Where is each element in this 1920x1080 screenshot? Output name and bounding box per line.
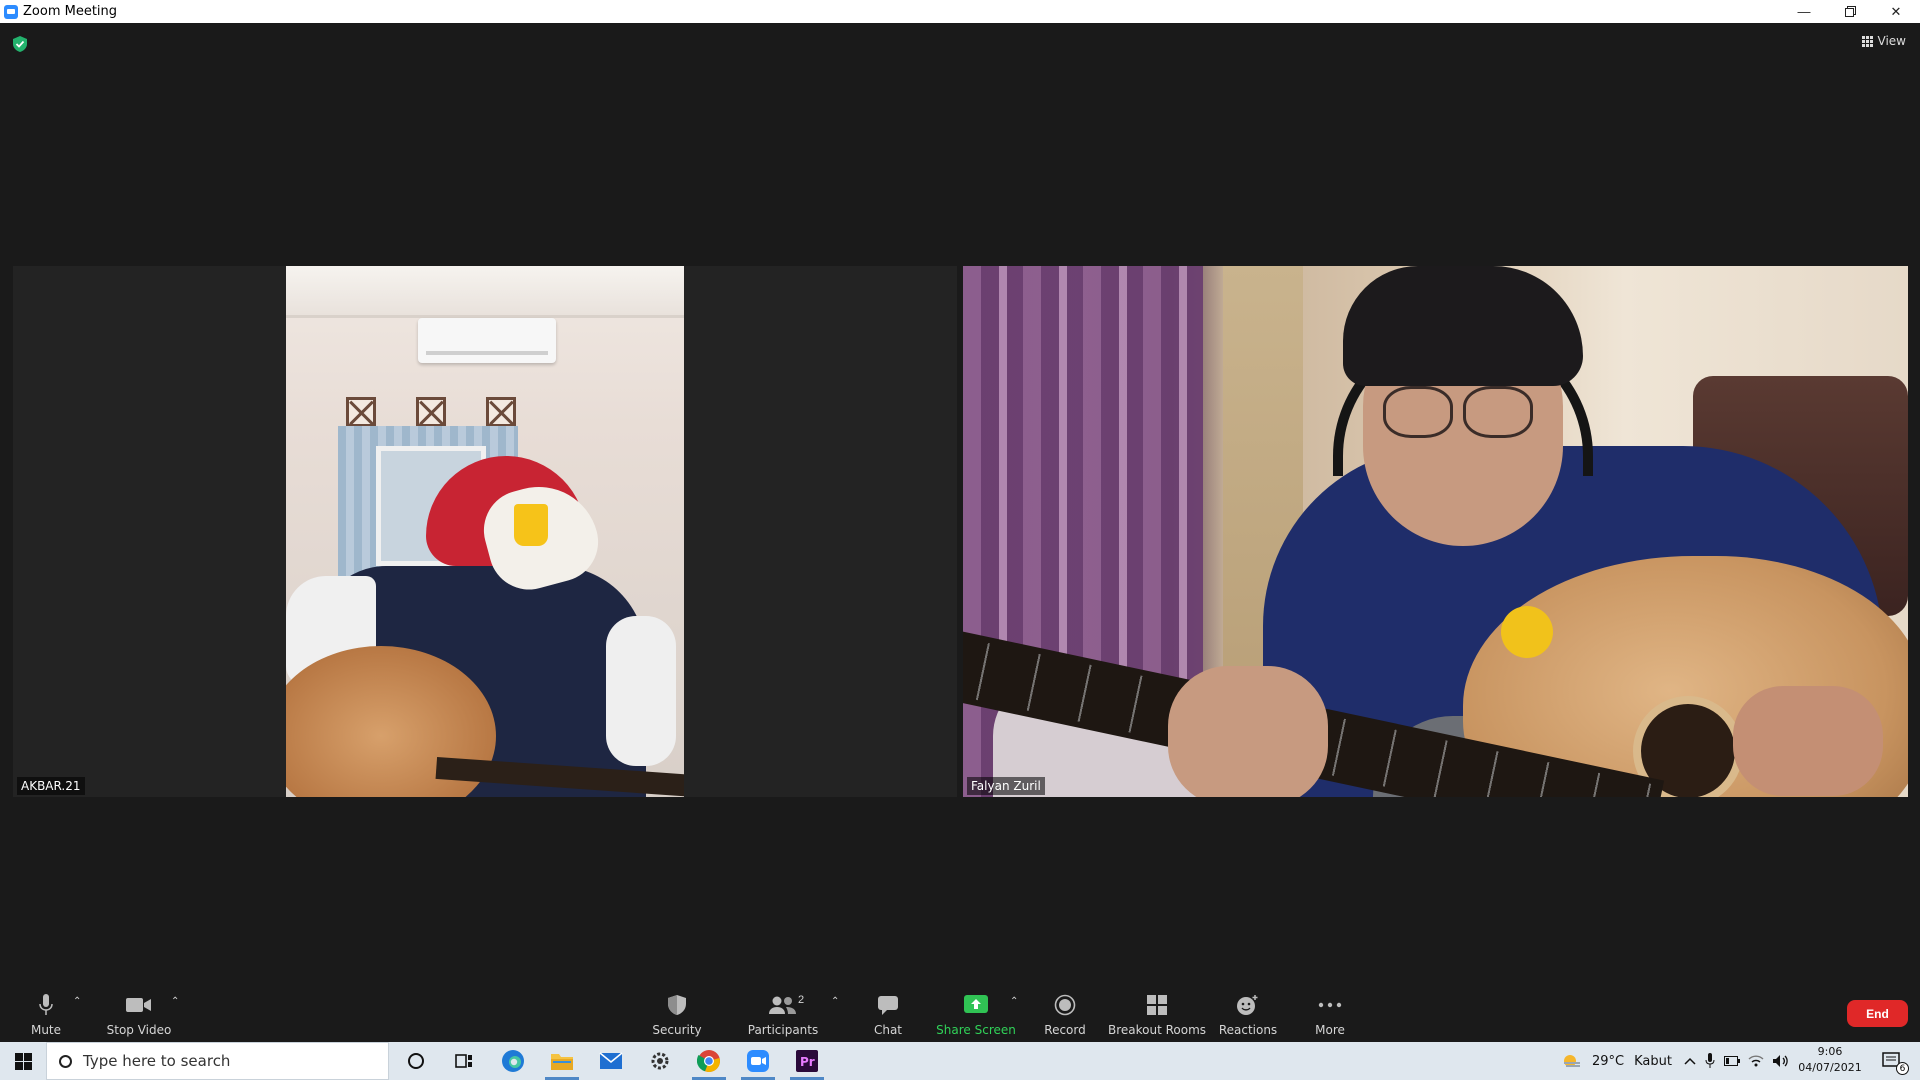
- chevron-up-icon[interactable]: [1684, 1057, 1696, 1065]
- taskbar-search-box[interactable]: Type here to search: [46, 1042, 389, 1080]
- chat-label: Chat: [873, 1023, 903, 1037]
- share-options-caret-icon[interactable]: ⌃: [1010, 996, 1018, 1007]
- mute-label: Mute: [30, 1023, 62, 1037]
- video-tile-falyan[interactable]: Falyan Zuril: [963, 266, 1908, 797]
- encryption-shield-icon[interactable]: [13, 36, 27, 52]
- microphone-icon: [39, 993, 53, 1017]
- cortana-button[interactable]: [393, 1042, 439, 1080]
- breakout-rooms-button[interactable]: Breakout Rooms: [1108, 986, 1206, 1042]
- chat-bubble-icon: [877, 993, 899, 1017]
- microphone-tray-icon[interactable]: [1705, 1053, 1715, 1069]
- zoom-app-icon: [4, 4, 18, 19]
- meeting-area: View AKBAR.21 Falyan Zuril: [0, 23, 1920, 986]
- stop-video-button[interactable]: Stop Video: [104, 986, 174, 1042]
- video-tile-akbar[interactable]: AKBAR.21: [13, 266, 957, 797]
- weather-widget[interactable]: 29°C Kabut: [1562, 1042, 1672, 1080]
- participants-label: Participants: [747, 1023, 819, 1037]
- stop-video-label: Stop Video: [106, 1023, 172, 1037]
- participants-count-badge: 2: [798, 994, 805, 1006]
- participants-options-caret-icon[interactable]: ⌃: [831, 996, 839, 1007]
- search-icon: [59, 1054, 72, 1068]
- video-camera-icon: [126, 993, 152, 1017]
- premiere-pro-icon: Pr: [796, 1050, 818, 1072]
- weather-temperature: 29°C: [1592, 1053, 1625, 1069]
- chat-button[interactable]: Chat: [868, 986, 908, 1042]
- taskbar-app-zoom[interactable]: [735, 1042, 781, 1080]
- taskbar-app-mail[interactable]: [588, 1042, 634, 1080]
- task-view-icon: [455, 1054, 472, 1068]
- security-button[interactable]: Security: [645, 986, 709, 1042]
- gear-icon: [651, 1052, 669, 1070]
- reactions-button[interactable]: Reactions: [1218, 986, 1278, 1042]
- end-meeting-button[interactable]: End: [1847, 1000, 1908, 1027]
- svg-text:Pr: Pr: [800, 1055, 815, 1069]
- shield-icon: [667, 993, 687, 1017]
- weather-hazy-sun-icon: [1564, 1055, 1580, 1067]
- participant-name-label: AKBAR.21: [17, 777, 85, 795]
- audio-options-caret-icon[interactable]: ⌃: [73, 996, 81, 1007]
- task-view-button[interactable]: [441, 1042, 487, 1080]
- clock-time: 9:06: [1817, 1045, 1843, 1058]
- record-label: Record: [1044, 1023, 1086, 1037]
- participants-icon: [768, 993, 798, 1017]
- notification-count-badge: 6: [1896, 1062, 1909, 1075]
- folder-icon: [551, 1054, 573, 1070]
- action-center-button[interactable]: 6: [1872, 1042, 1912, 1080]
- restore-button[interactable]: [1827, 0, 1873, 23]
- wifi-icon[interactable]: [1748, 1054, 1764, 1068]
- start-button[interactable]: [0, 1042, 46, 1080]
- view-label: View: [1877, 34, 1906, 48]
- mail-icon: [599, 1052, 623, 1069]
- video-feed-falyan: [963, 266, 1908, 797]
- more-label: More: [1315, 1023, 1345, 1037]
- share-screen-button[interactable]: Share Screen: [936, 986, 1016, 1042]
- breakout-rooms-grid-icon: [1146, 993, 1168, 1017]
- battery-icon[interactable]: [1724, 1056, 1740, 1066]
- system-tray: [1682, 1042, 1790, 1080]
- participant-name-label: Falyan Zuril: [967, 777, 1045, 795]
- record-icon: [1054, 993, 1076, 1017]
- view-button[interactable]: View: [1861, 34, 1906, 48]
- security-label: Security: [652, 1023, 702, 1037]
- volume-icon[interactable]: [1772, 1054, 1790, 1068]
- clock-date: 04/07/2021: [1798, 1061, 1862, 1074]
- video-options-caret-icon[interactable]: ⌃: [171, 996, 179, 1007]
- grid-view-icon: [1861, 35, 1873, 47]
- participants-button[interactable]: Participants: [745, 986, 821, 1042]
- taskbar-app-file-explorer[interactable]: [539, 1042, 585, 1080]
- taskbar-app-edge[interactable]: [490, 1042, 536, 1080]
- taskbar-app-chrome[interactable]: [686, 1042, 732, 1080]
- breakout-rooms-label: Breakout Rooms: [1107, 1023, 1207, 1037]
- more-button[interactable]: More: [1310, 986, 1350, 1042]
- taskbar-clock[interactable]: 9:06 04/07/2021: [1796, 1044, 1864, 1076]
- smiley-icon: [1236, 993, 1260, 1017]
- record-button[interactable]: Record: [1044, 986, 1086, 1042]
- search-placeholder: Type here to search: [83, 1052, 231, 1070]
- title-bar: Zoom Meeting — ✕: [0, 0, 1920, 23]
- share-screen-arrow-icon: [964, 993, 988, 1017]
- share-screen-label: Share Screen: [936, 1023, 1016, 1037]
- zoom-icon: [747, 1050, 769, 1072]
- close-button[interactable]: ✕: [1873, 0, 1919, 23]
- window-title: Zoom Meeting: [23, 4, 118, 19]
- chrome-browser-icon: [697, 1050, 720, 1073]
- taskbar-app-settings[interactable]: [637, 1042, 683, 1080]
- meeting-toolbar: Mute ⌃ Stop Video ⌃ Security Participant…: [0, 986, 1920, 1042]
- minimize-button[interactable]: —: [1781, 0, 1827, 23]
- windows-logo-icon: [14, 1052, 32, 1070]
- ellipsis-icon: [1318, 993, 1342, 1017]
- taskbar-app-premiere[interactable]: Pr: [784, 1042, 830, 1080]
- reactions-label: Reactions: [1218, 1023, 1278, 1037]
- weather-description: Kabut: [1634, 1053, 1672, 1069]
- cortana-circle-icon: [408, 1053, 424, 1069]
- edge-browser-icon: [502, 1050, 524, 1072]
- mute-button[interactable]: Mute: [22, 986, 70, 1042]
- video-feed-akbar: [286, 266, 684, 797]
